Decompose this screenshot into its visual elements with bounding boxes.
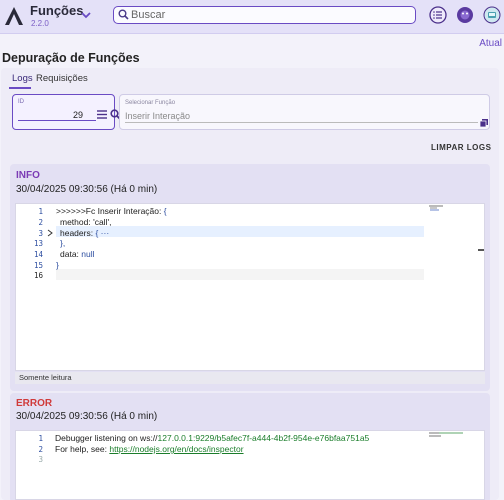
- palette-icon: [457, 7, 473, 23]
- code-key: data:: [60, 249, 82, 259]
- code-link[interactable]: https://nodejs.org/en/docs/inspector: [109, 444, 243, 454]
- chevron-down-icon[interactable]: [80, 9, 92, 21]
- app-logo[interactable]: [4, 6, 24, 26]
- code-text: For help, see:: [55, 444, 110, 454]
- id-field-underline: [18, 120, 96, 121]
- search-input[interactable]: Buscar: [113, 6, 416, 24]
- search-icon: [118, 9, 129, 20]
- code-line: }: [56, 260, 59, 270]
- line-number: 13: [33, 239, 43, 248]
- function-select-label: Selecionar Função: [125, 100, 176, 106]
- code-minimap[interactable]: [429, 205, 447, 213]
- code-line: For help, see: https://nodejs.org/en/doc…: [55, 444, 244, 454]
- code-line: },: [60, 238, 66, 248]
- device-button[interactable]: [483, 6, 501, 24]
- function-select[interactable]: Selecionar Função Inserir Interação: [119, 94, 490, 130]
- menu-icon[interactable]: [97, 110, 107, 119]
- code-line: data: null: [60, 249, 95, 259]
- app-title: Funções: [30, 3, 84, 18]
- page-title: Depuração de Funções: [2, 51, 140, 65]
- search-placeholder: Buscar: [131, 9, 166, 21]
- id-field[interactable]: ID 29: [12, 94, 121, 130]
- code-line: headers: { ···: [60, 228, 109, 238]
- log-level-info: INFO: [16, 170, 40, 181]
- update-link[interactable]: Atual: [479, 38, 502, 49]
- tab-requisicoes[interactable]: Requisições: [36, 73, 88, 84]
- id-field-label: ID: [18, 99, 24, 105]
- code-brace: {: [163, 206, 167, 216]
- code-value: 'call',: [93, 217, 112, 227]
- code-editor-info[interactable]: 1 2 3 13 14 15 16 >>>>>>Fc Inserir Inter…: [15, 203, 485, 371]
- top-bar: Funções 2.2.0 Buscar: [0, 0, 504, 34]
- log-level-error: ERROR: [16, 398, 53, 409]
- line-number: 3: [38, 229, 43, 238]
- code-link[interactable]: 127.0.0.1:9229/b5afec7f-a444-4b2f-954e-e…: [158, 433, 370, 443]
- code-line: method: 'call',: [60, 217, 111, 227]
- device-icon: [483, 6, 501, 24]
- code-key: headers:: [60, 228, 96, 238]
- line-number: 3: [38, 455, 43, 464]
- tab-logs[interactable]: Logs: [12, 73, 33, 84]
- list-button[interactable]: [429, 6, 447, 24]
- code-key: method:: [60, 217, 94, 227]
- current-line-highlight: [56, 226, 424, 237]
- line-number: 2: [38, 445, 43, 454]
- active-tab-indicator: [9, 87, 31, 89]
- line-number: 2: [38, 218, 43, 227]
- function-select-underline: [125, 122, 478, 123]
- code-text: >>>>>>Fc Inserir Interação:: [56, 206, 164, 216]
- id-field-value[interactable]: 29: [73, 110, 83, 120]
- code-text: Debugger listening on ws://: [55, 433, 158, 443]
- scrollbar-thumb[interactable]: [478, 249, 484, 251]
- line-number: 1: [38, 207, 43, 216]
- function-select-value[interactable]: Inserir Interação: [125, 111, 190, 121]
- line-number: 16: [33, 271, 43, 280]
- clear-logs-button[interactable]: LIMPAR LOGS: [431, 143, 491, 152]
- line-number: 15: [33, 261, 43, 270]
- active-line-highlight: [56, 269, 424, 280]
- line-number: 14: [33, 250, 43, 259]
- readonly-footer: Somente leitura: [15, 372, 485, 384]
- log-timestamp-info: 30/04/2025 09:30:56 (Há 0 min): [16, 184, 158, 195]
- copy-icon[interactable]: [480, 119, 488, 127]
- code-value: null: [81, 249, 95, 259]
- code-minimap[interactable]: [429, 432, 465, 438]
- chevron-right-icon[interactable]: [47, 229, 53, 237]
- log-timestamp-error: 30/04/2025 09:30:56 (Há 0 min): [16, 411, 158, 422]
- app-version: 2.2.0: [31, 19, 49, 28]
- line-number: 1: [38, 434, 43, 443]
- code-value[interactable]: { ···: [95, 228, 109, 238]
- code-editor-error[interactable]: 1 2 3 Debugger listening on ws://127.0.0…: [15, 430, 485, 500]
- code-line: Debugger listening on ws://127.0.0.1:922…: [55, 433, 369, 443]
- list-icon: [429, 6, 447, 24]
- palette-button[interactable]: [456, 6, 474, 24]
- code-line: >>>>>>Fc Inserir Interação: {: [56, 206, 167, 216]
